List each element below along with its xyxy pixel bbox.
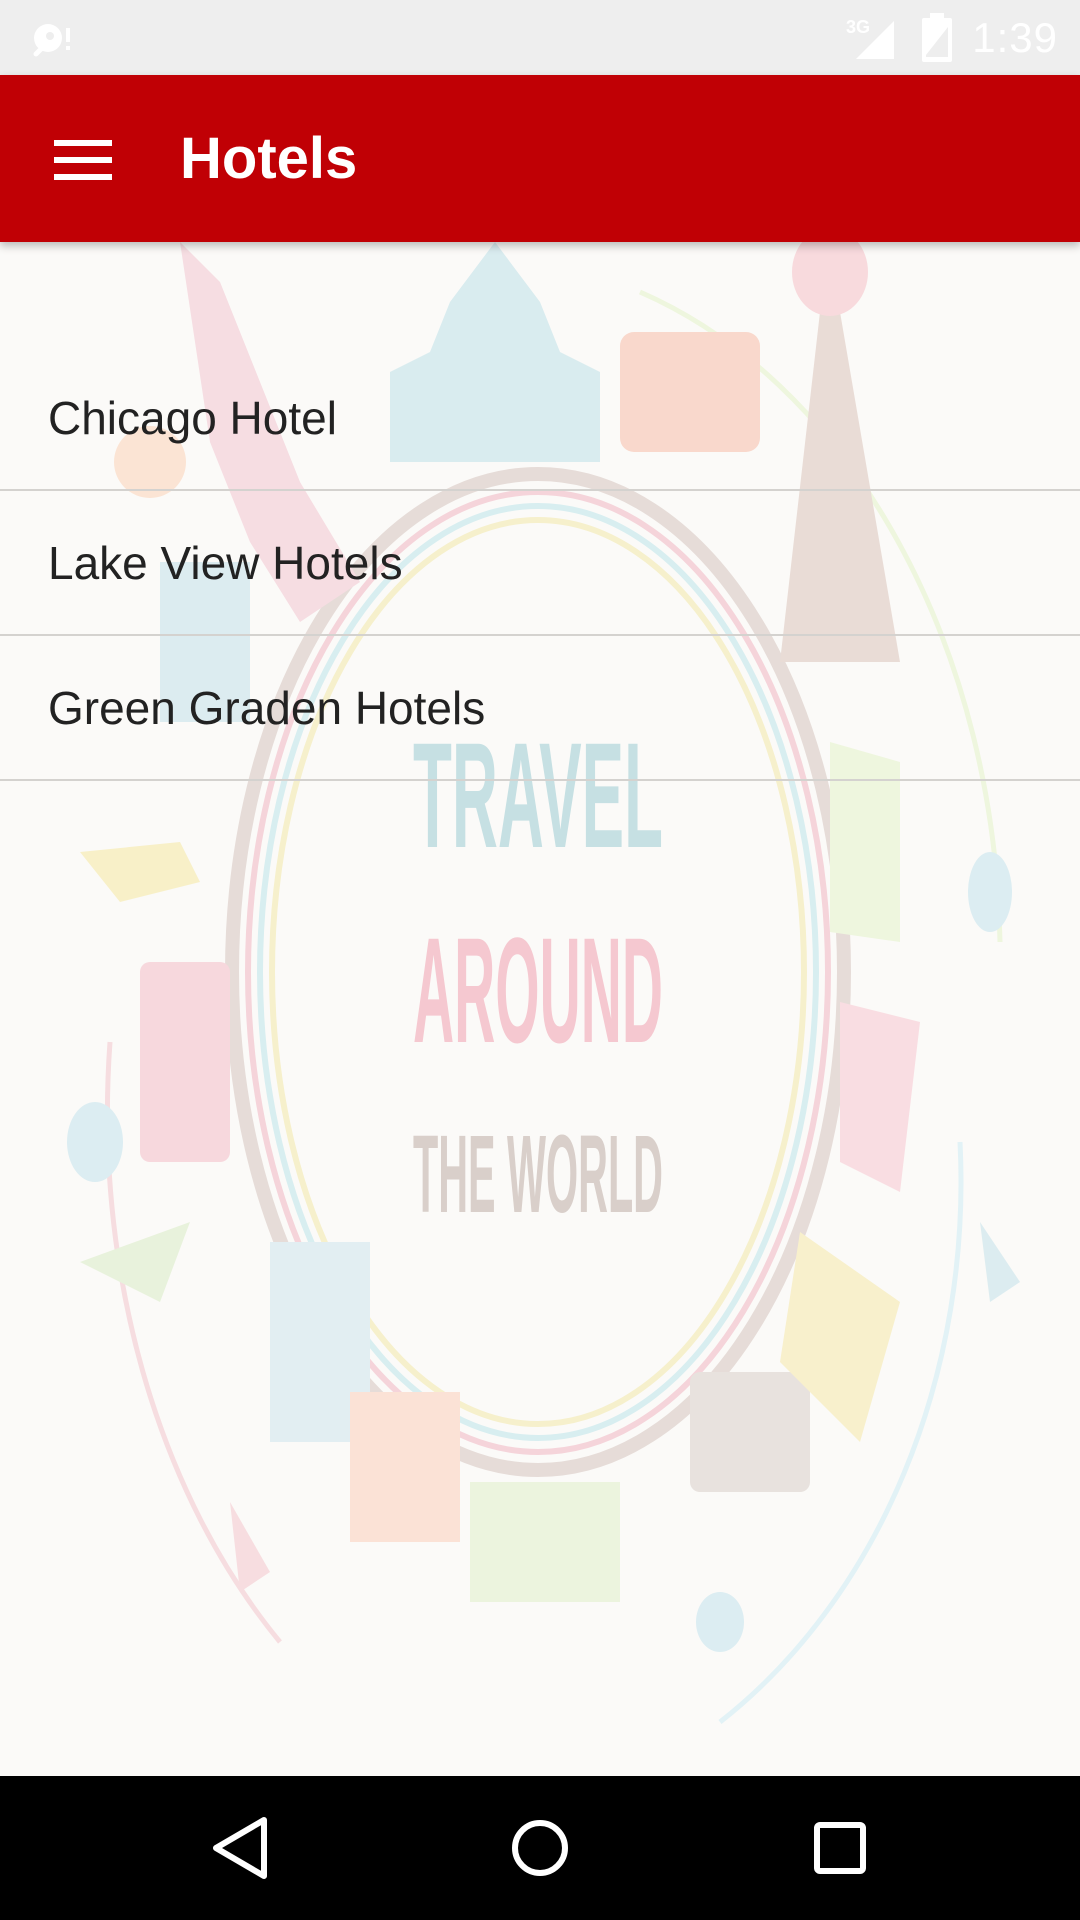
page-title: Hotels: [180, 126, 358, 191]
battery-icon: [922, 12, 953, 62]
back-icon: [213, 1817, 267, 1879]
status-bar: 3G 1:39: [0, 0, 1080, 75]
list-item[interactable]: Lake View Hotels: [0, 491, 1080, 636]
list-item[interactable]: Chicago Hotel: [0, 346, 1080, 491]
hotel-name: Chicago Hotel: [48, 391, 337, 444]
list-item[interactable]: Green Graden Hotels: [0, 636, 1080, 781]
notification-icon: [33, 24, 70, 57]
background-word-the-world: THE WORLD: [413, 1113, 663, 1236]
home-button[interactable]: [490, 1798, 590, 1898]
menu-button[interactable]: [38, 115, 128, 205]
back-button[interactable]: [190, 1798, 290, 1898]
hamburger-menu-icon: [54, 140, 112, 180]
network-type-label: 3G: [846, 17, 870, 37]
hotel-name: Green Graden Hotels: [48, 681, 486, 734]
app-bar: Hotels: [0, 75, 1080, 242]
app-screen: 3G 1:39 Hotels TRAVEL AROUND THE WORLD C…: [0, 0, 1080, 1920]
navigation-bar: [0, 1776, 1080, 1920]
hotel-name: Lake View Hotels: [48, 536, 403, 589]
hotel-list: Chicago Hotel Lake View Hotels Green Gra…: [0, 346, 1080, 781]
home-icon: [512, 1820, 568, 1876]
recents-icon: [814, 1822, 866, 1874]
status-clock: 1:39: [972, 13, 1058, 61]
signal-icon: 3G: [846, 17, 895, 59]
background-word-around: AROUND: [413, 906, 663, 1074]
recents-button[interactable]: [790, 1798, 890, 1898]
